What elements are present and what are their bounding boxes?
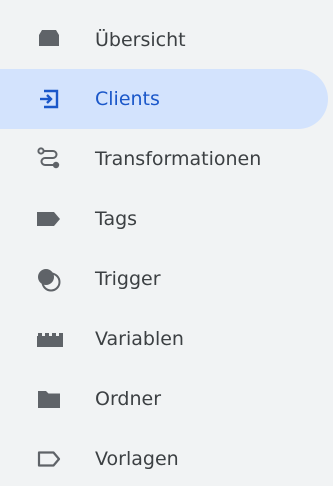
lego-brick-icon [33,323,65,355]
sidebar-item-clients[interactable]: Clients [0,69,328,129]
sidebar-item-vorlagen[interactable]: Vorlagen [0,429,328,486]
sidebar-item-trigger[interactable]: Trigger [0,249,328,309]
sidebar-item-label: Clients [95,88,160,110]
sidebar-item-ordner[interactable]: Ordner [0,369,328,429]
sidebar-item-label: Trigger [95,268,161,290]
route-icon [33,143,65,175]
sidebar-item-label: Übersicht [95,29,186,51]
sidebar-item-variablen[interactable]: Variablen [0,309,328,369]
inbox-tray-icon [33,24,65,56]
folder-icon [33,383,65,415]
sidebar-item-label: Vorlagen [95,448,179,470]
sidebar-item-label: Tags [95,208,138,230]
tag-outline-icon [33,443,65,475]
login-arrow-icon [33,83,65,115]
tag-icon [33,203,65,235]
sidebar-item-label: Transformationen [95,148,262,170]
sidebar-item-uebersicht[interactable]: Übersicht [0,10,328,70]
sidebar-item-label: Variablen [95,328,184,350]
sidebar-item-tags[interactable]: Tags [0,189,328,249]
sidebar-item-transformationen[interactable]: Transformationen [0,129,328,189]
trigger-circles-icon [33,263,65,295]
sidebar-item-label: Ordner [95,388,162,410]
sidebar-nav: Übersicht Clients Transformationen Tags … [0,0,333,486]
